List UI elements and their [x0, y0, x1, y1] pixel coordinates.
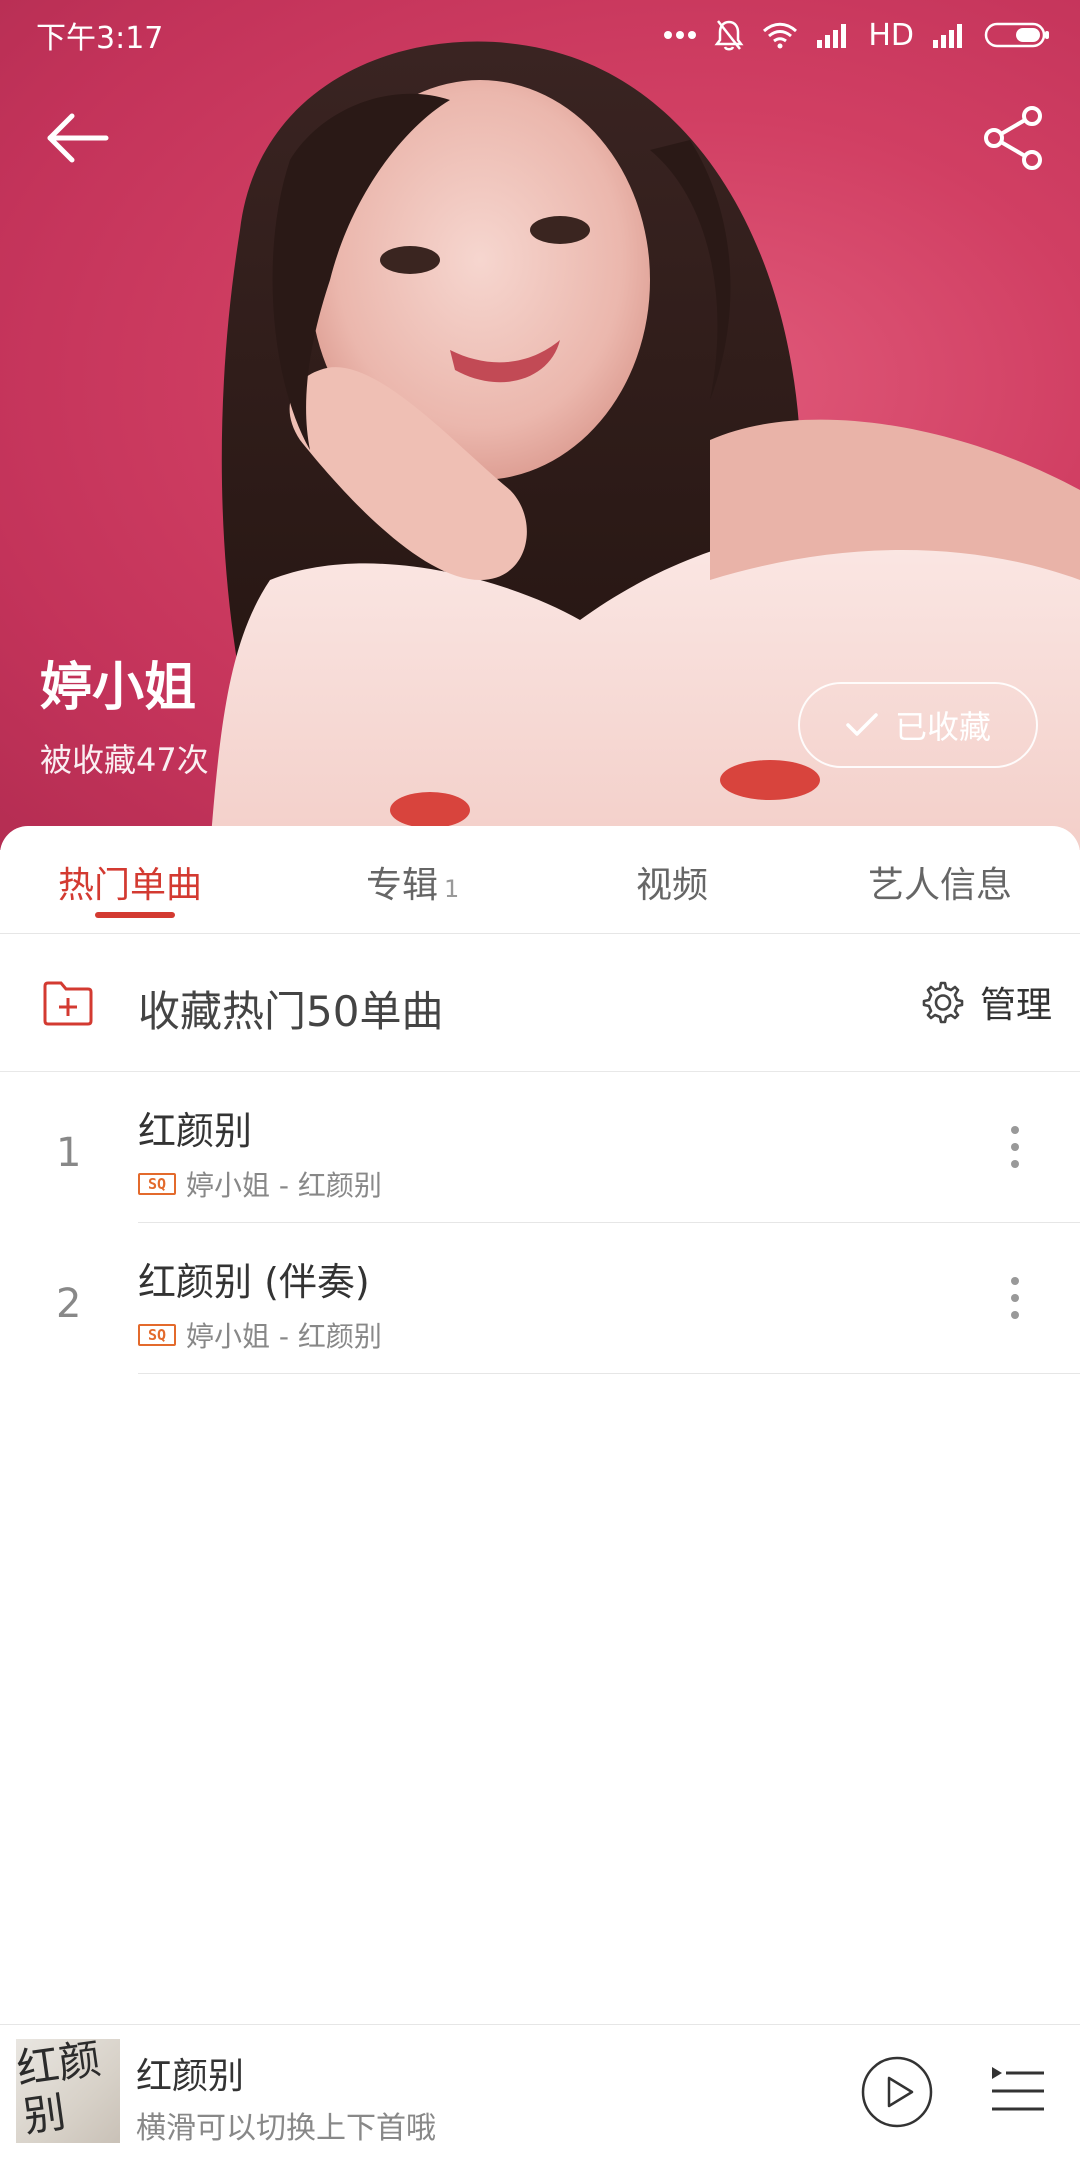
now-playing-hint: 横滑可以切换上下首哦: [136, 2111, 436, 2146]
gear-icon: [922, 981, 964, 1024]
song-row[interactable]: 1 红颜别 SQ 婷小姐 - 红颜别: [0, 1072, 1080, 1223]
manage-label: 管理: [980, 985, 1053, 1026]
folder-add-icon: [43, 981, 93, 1026]
song-subtitle: 婷小姐 - 红颜别: [186, 1320, 382, 1353]
status-bar: 下午3:17 HD: [0, 0, 1080, 70]
network-label: HD: [868, 17, 914, 53]
tab-hot-songs[interactable]: 热门单曲: [58, 856, 202, 908]
tab-artist-info[interactable]: 艺人信息: [868, 856, 1012, 908]
song-row[interactable]: 2 红颜别 (伴奏) SQ 婷小姐 - 红颜别: [0, 1223, 1080, 1374]
artist-name: 婷小姐: [40, 658, 197, 718]
sq-quality-badge: SQ: [138, 1173, 176, 1195]
now-playing-title: 红颜别: [136, 2056, 245, 2097]
signal-icon: [817, 24, 847, 48]
song-subtitle: 婷小姐 - 红颜别: [186, 1169, 382, 1202]
check-icon: [846, 713, 878, 736]
song-title: 红颜别: [138, 1109, 253, 1153]
more-vertical-icon[interactable]: [1000, 1122, 1030, 1172]
tab-label: 艺人信息: [868, 865, 1013, 906]
favorited-button-label: 已收藏: [894, 708, 991, 746]
mini-player[interactable]: 红颜别 红颜别 横滑可以切换上下首哦: [0, 2024, 1080, 2160]
back-arrow-icon[interactable]: [40, 100, 116, 176]
wifi-icon: [763, 22, 798, 49]
favorited-button[interactable]: 已收藏: [798, 682, 1038, 768]
song-subtitle-row: SQ 婷小姐 - 红颜别: [138, 1164, 382, 1204]
tab-label: 视频: [636, 865, 709, 906]
tab-albums[interactable]: 专辑 1: [366, 856, 459, 908]
playlist-icon[interactable]: [988, 2061, 1048, 2121]
tab-label: 专辑: [366, 865, 439, 906]
song-index: 2: [56, 1281, 82, 1327]
song-title: 红颜别 (伴奏): [138, 1260, 370, 1304]
tab-label: 热门单曲: [58, 865, 203, 906]
battery-icon: [984, 22, 1049, 48]
more-vertical-icon[interactable]: [1000, 1273, 1030, 1323]
tab-videos[interactable]: 视频: [636, 856, 708, 908]
tab-count: 1: [444, 875, 460, 903]
divider: [138, 1373, 1080, 1374]
share-icon[interactable]: [976, 100, 1052, 176]
more-dots-icon: [664, 31, 697, 39]
status-icons: HD: [664, 18, 1050, 53]
collect-hot-songs-row[interactable]: 收藏热门50单曲 管理: [0, 934, 1080, 1072]
sq-quality-badge: SQ: [138, 1324, 176, 1346]
mute-bell-icon: [714, 20, 744, 51]
manage-button[interactable]: 管理: [920, 976, 1052, 1028]
favorited-count: 被收藏47次: [40, 741, 209, 779]
song-index: 1: [56, 1130, 82, 1176]
signal-icon-2: [933, 24, 962, 48]
album-cover-art-text: 红颜别: [16, 2039, 104, 2142]
song-subtitle-row: SQ 婷小姐 - 红颜别: [138, 1315, 382, 1355]
tab-active-indicator: [95, 912, 175, 918]
status-time: 下午3:17: [36, 21, 164, 56]
album-cover[interactable]: 红颜别: [16, 2039, 120, 2143]
play-icon[interactable]: [860, 2055, 934, 2129]
artist-hero: 下午3:17 HD 婷小姐 被收藏47次 已收藏: [0, 0, 1080, 850]
collect-hot-songs-label: 收藏热门50单曲: [138, 987, 444, 1036]
